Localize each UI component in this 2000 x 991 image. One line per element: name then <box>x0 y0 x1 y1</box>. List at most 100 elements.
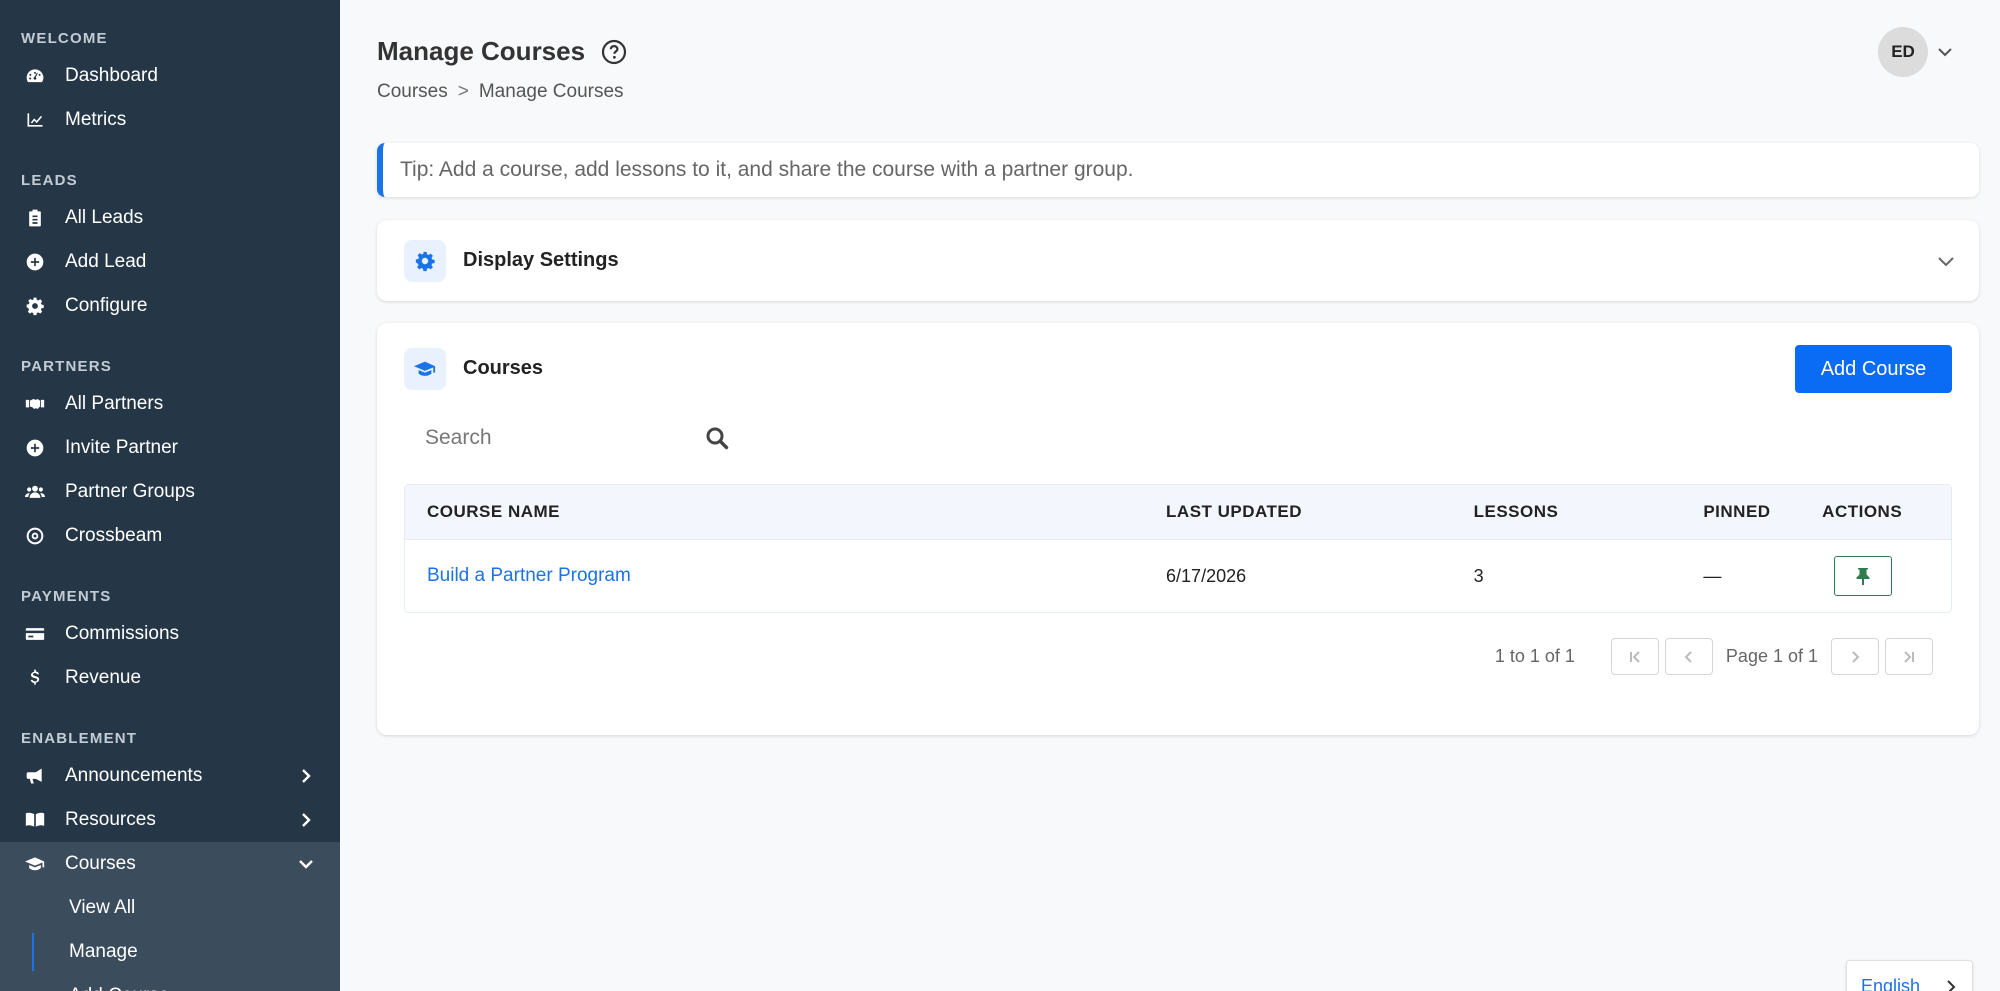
section-title-enablement: ENABLEMENT <box>21 730 138 747</box>
chart-line-icon <box>23 108 47 132</box>
sidebar-item-configure[interactable]: Configure <box>0 284 340 328</box>
pin-button[interactable] <box>1834 556 1893 596</box>
course-link[interactable]: Build a Partner Program <box>427 565 631 586</box>
cell-last-updated: 6/17/2026 <box>1166 565 1247 586</box>
courses-subnav: View All Manage Add Course <box>0 886 340 991</box>
column-header-pinned[interactable]: PINNED <box>1703 502 1822 522</box>
pagination-range: 1 to 1 of 1 <box>1494 646 1575 666</box>
section-title-welcome: WELCOME <box>21 30 108 47</box>
sidebar-item-label: Commissions <box>65 623 180 644</box>
sidebar-item-add-lead[interactable]: Add Lead <box>0 240 340 284</box>
column-header-lessons[interactable]: LESSONS <box>1474 502 1704 522</box>
column-header-actions: ACTIONS <box>1822 502 1903 521</box>
graduation-cap-icon <box>23 852 47 876</box>
previous-page-button[interactable] <box>1664 638 1713 675</box>
sidebar-item-commissions[interactable]: Commissions <box>0 612 340 656</box>
cell-course-name: Build a Partner Program <box>405 565 1166 587</box>
courses-table: COURSE NAME LAST UPDATED LESSONS PINNED … <box>404 484 1952 613</box>
sidebar-item-announcements[interactable]: Announcements <box>0 754 340 798</box>
sidebar-subitem-add-course[interactable]: Add Course <box>0 974 340 991</box>
sidebar-item-label: Dashboard <box>65 65 158 86</box>
column-header-course-name[interactable]: COURSE NAME <box>405 502 1166 522</box>
language-label: English <box>1861 976 1921 991</box>
display-settings-title: Display Settings <box>463 249 619 271</box>
breadcrumb-courses[interactable]: Courses <box>377 81 448 103</box>
display-settings-card[interactable]: Display Settings <box>377 220 1979 301</box>
column-header-last-updated[interactable]: LAST UPDATED <box>1166 502 1474 522</box>
clipboard-icon <box>23 206 47 230</box>
section-title-payments: PAYMENTS <box>21 588 112 605</box>
cell-actions <box>1822 556 1951 596</box>
sidebar-subitem-view-all[interactable]: View All <box>0 886 340 930</box>
breadcrumb-current: Manage Courses <box>478 81 624 102</box>
chevron-down-icon[interactable] <box>1937 252 1955 270</box>
table-row: Build a Partner Program 6/17/2026 3 — <box>405 539 1951 612</box>
sidebar-item-metrics[interactable]: Metrics <box>0 98 340 142</box>
sidebar-item-invite-partner[interactable]: Invite Partner <box>0 426 340 470</box>
add-course-button[interactable]: Add Course <box>1795 345 1952 393</box>
sidebar-item-dashboard[interactable]: Dashboard <box>0 54 340 98</box>
breadcrumb: Courses > Manage Courses <box>377 81 624 103</box>
sidebar-item-courses[interactable]: Courses <box>0 842 340 886</box>
language-selector[interactable]: English <box>1846 960 1973 991</box>
courses-card: Courses Add Course COURSE NAME LAST UPDA… <box>377 323 1979 735</box>
sidebar-item-label: Add Lead <box>65 251 147 272</box>
avatar[interactable]: ED <box>1878 27 1928 77</box>
sidebar-item-label: Courses <box>65 853 136 874</box>
sidebar-item-label: Partner Groups <box>65 481 195 502</box>
plus-circle-icon <box>23 436 47 460</box>
sidebar-item-label: All Partners <box>65 393 164 414</box>
sidebar-item-label: Resources <box>65 809 156 830</box>
credit-card-icon <box>23 622 47 646</box>
chevron-down-icon[interactable] <box>1937 44 1953 60</box>
sidebar-item-label: Revenue <box>65 667 142 688</box>
handshake-icon <box>23 392 47 416</box>
sidebar-item-revenue[interactable]: Revenue <box>0 656 340 700</box>
main-content: Manage Courses Courses > Manage Courses … <box>340 0 2000 991</box>
pagination: 1 to 1 of 1 Page 1 of 1 <box>1495 638 1933 675</box>
sidebar: WELCOME Dashboard Metrics LEADS All Lead… <box>0 0 340 991</box>
first-page-button[interactable] <box>1610 638 1659 675</box>
section-title-partners: PARTNERS <box>21 358 112 375</box>
chevron-right-icon <box>298 812 314 828</box>
tachometer-icon <box>23 64 47 88</box>
sidebar-item-resources[interactable]: Resources <box>0 798 340 842</box>
chevron-right-icon <box>298 768 314 784</box>
sidebar-item-label: Invite Partner <box>65 437 178 458</box>
dollar-icon <box>23 666 47 690</box>
search-box <box>404 416 744 460</box>
sidebar-item-label: All Leads <box>65 207 144 228</box>
graduation-cap-icon <box>404 348 446 390</box>
sidebar-item-crossbeam[interactable]: Crossbeam <box>0 514 340 558</box>
sidebar-item-label: Configure <box>65 295 148 316</box>
plus-circle-icon <box>23 250 47 274</box>
section-title-leads: LEADS <box>21 172 78 189</box>
page-title: Manage Courses <box>377 36 586 66</box>
sidebar-item-all-partners[interactable]: All Partners <box>0 382 340 426</box>
breadcrumb-separator: > <box>457 81 469 102</box>
sidebar-item-label: Crossbeam <box>65 525 163 546</box>
tip-banner: Tip: Add a course, add lessons to it, an… <box>377 143 1979 197</box>
gear-icon <box>23 294 47 318</box>
sidebar-item-label: Announcements <box>65 765 203 786</box>
thumbtack-icon <box>1856 568 1870 585</box>
sidebar-item-label: Metrics <box>65 109 127 130</box>
gear-icon <box>404 240 446 282</box>
chevron-down-icon <box>298 856 314 872</box>
megaphone-icon <box>23 764 47 788</box>
book-icon <box>23 808 47 832</box>
table-header: COURSE NAME LAST UPDATED LESSONS PINNED … <box>405 485 1951 539</box>
last-page-button[interactable] <box>1885 638 1933 675</box>
next-page-button[interactable] <box>1831 638 1879 675</box>
help-icon[interactable] <box>601 39 627 65</box>
sidebar-item-all-leads[interactable]: All Leads <box>0 196 340 240</box>
page-indicator: Page 1 of 1 <box>1725 646 1818 666</box>
cell-pinned: — <box>1703 565 1722 586</box>
target-icon <box>23 524 47 548</box>
chevron-right-icon <box>1944 978 1958 991</box>
sidebar-item-partner-groups[interactable]: Partner Groups <box>0 470 340 514</box>
sidebar-subitem-manage[interactable]: Manage <box>0 930 340 974</box>
courses-title: Courses <box>463 357 544 379</box>
search-icon[interactable] <box>705 426 729 450</box>
search-input[interactable] <box>404 426 684 450</box>
